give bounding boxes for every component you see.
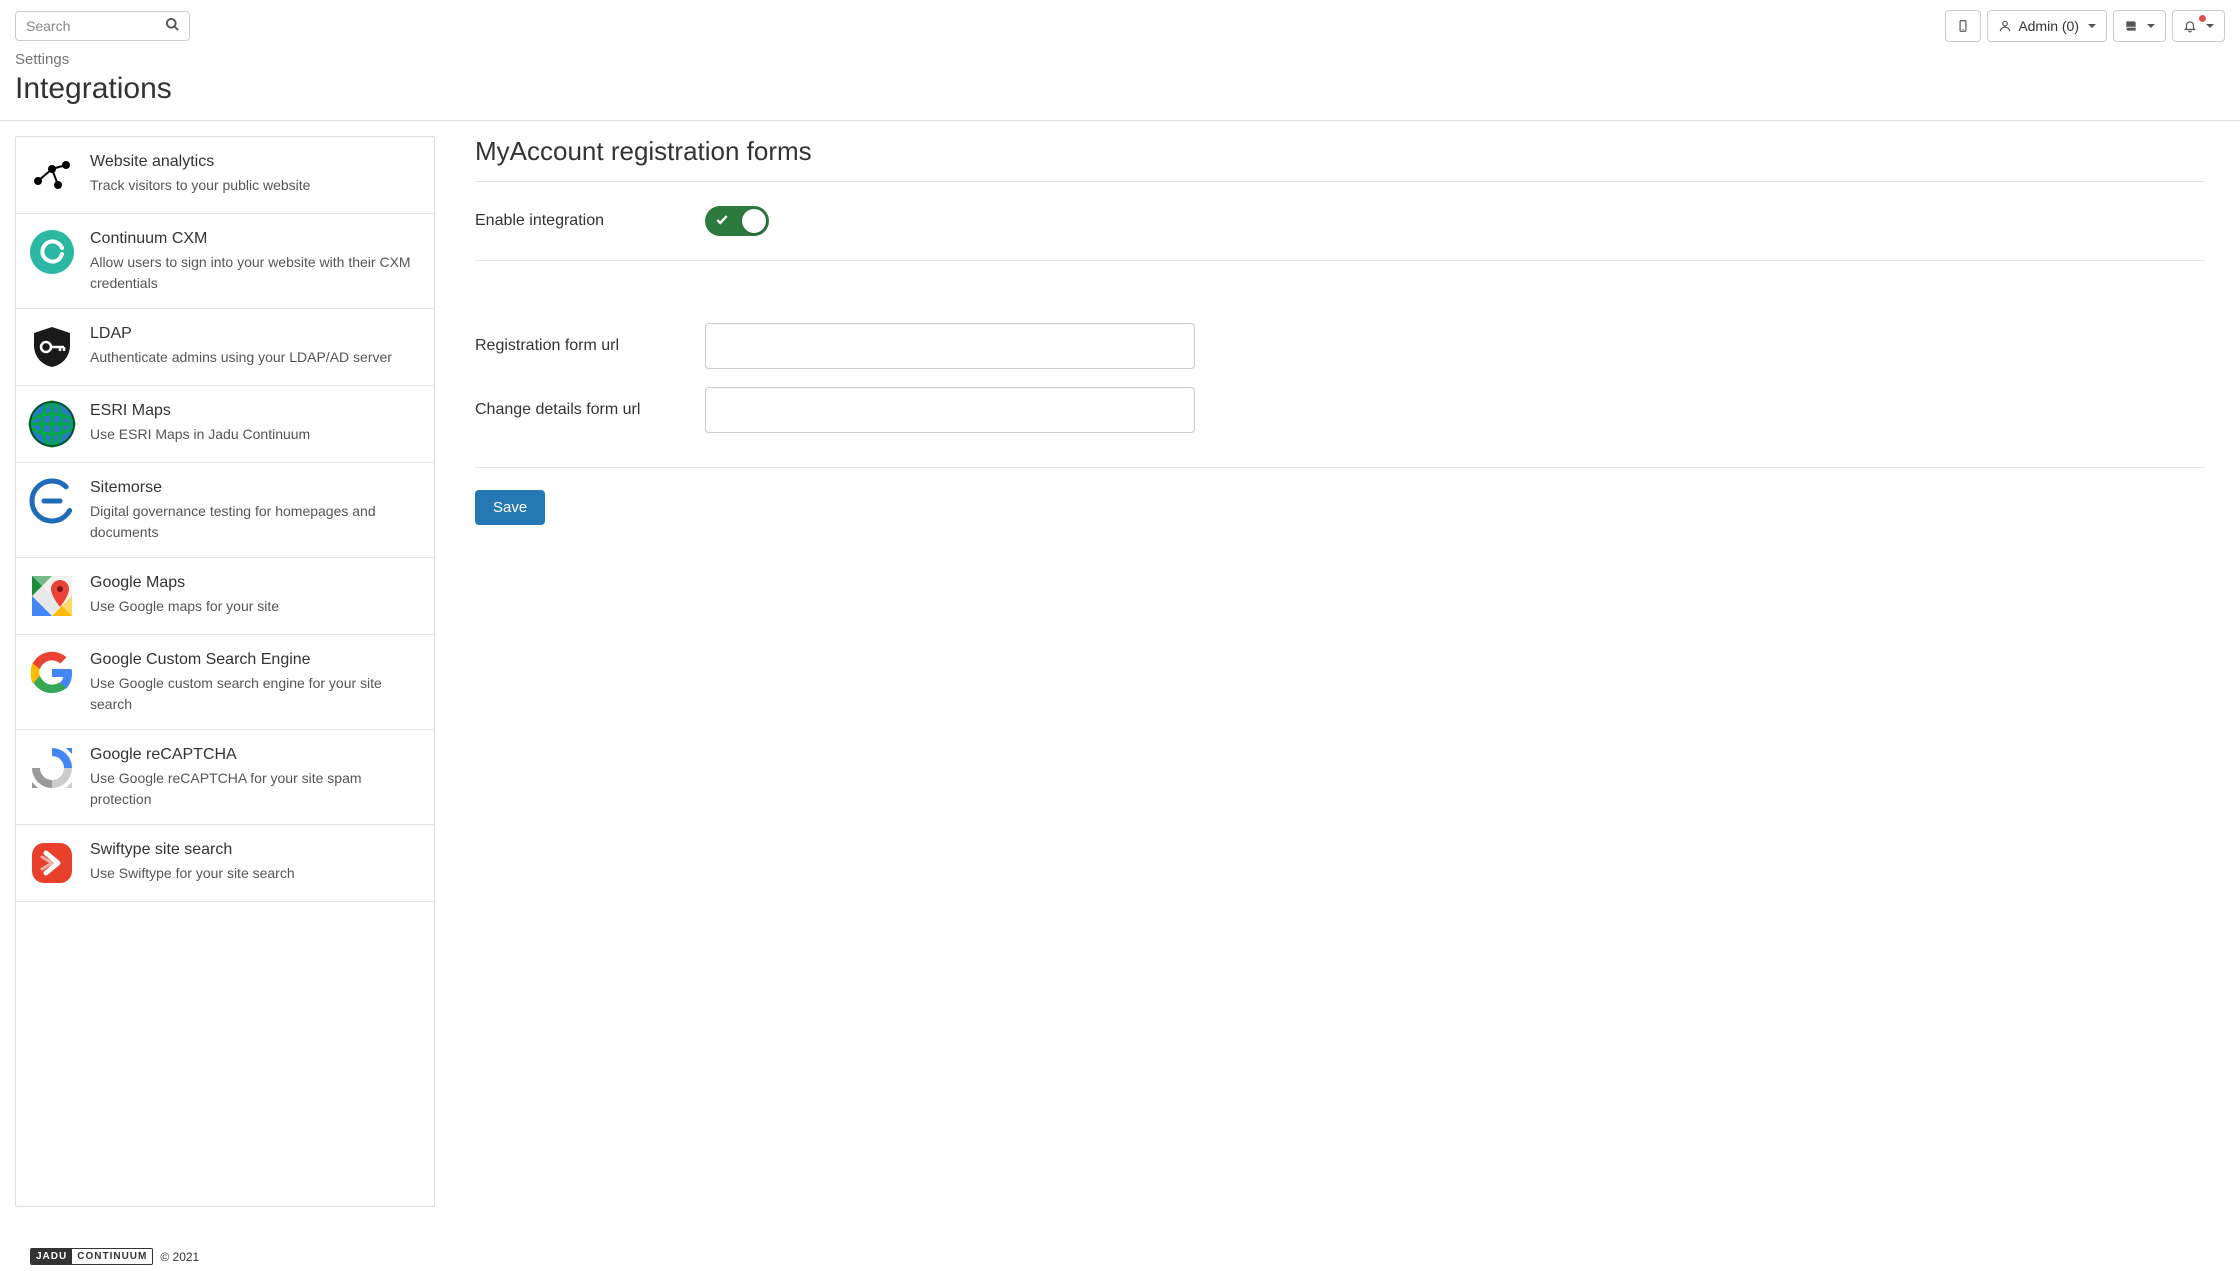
- section-title: MyAccount registration forms: [475, 136, 2205, 182]
- globe-icon: [28, 400, 76, 448]
- sidebar-item-desc: Use Google custom search engine for your…: [90, 673, 422, 715]
- page-title: Integrations: [0, 72, 2240, 120]
- sidebar-item-continuum-cxm[interactable]: Continuum CXM Allow users to sign into y…: [16, 214, 434, 309]
- google-icon: [28, 649, 76, 697]
- search-icon[interactable]: [165, 17, 180, 35]
- mobile-preview-button[interactable]: [1945, 10, 1981, 42]
- sidebar-item-desc: Track visitors to your public website: [90, 175, 422, 196]
- sidebar-item-website-analytics[interactable]: Website analytics Track visitors to your…: [16, 137, 434, 214]
- topbar-right: Admin (0): [1945, 10, 2225, 42]
- url-form-section: Registration form url Change details for…: [475, 261, 2205, 468]
- footer: JADU CONTINUUM © 2021: [0, 1242, 2240, 1271]
- sidebar-item-esri-maps[interactable]: ESRI Maps Use ESRI Maps in Jadu Continuu…: [16, 386, 434, 463]
- search-input[interactable]: [15, 11, 190, 41]
- sidebar-item-title: LDAP: [90, 325, 422, 343]
- sidebar-item-title: ESRI Maps: [90, 402, 422, 420]
- analytics-icon: [28, 151, 76, 199]
- sidebar-item-title: Google Custom Search Engine: [90, 651, 422, 669]
- sidebar-item-google-maps[interactable]: Google Maps Use Google maps for your sit…: [16, 558, 434, 635]
- registration-url-group: Registration form url: [475, 323, 2205, 369]
- sidebar-item-title: Google reCAPTCHA: [90, 746, 422, 764]
- sidebar-item-desc: Use Google reCAPTCHA for your site spam …: [90, 768, 422, 810]
- user-menu-label: Admin (0): [2018, 18, 2079, 34]
- brand-logo-left: JADU: [31, 1249, 72, 1264]
- sidebar-item-ldap[interactable]: LDAP Authenticate admins using your LDAP…: [16, 309, 434, 386]
- caret-down-icon: [2088, 24, 2096, 28]
- integrations-sidebar[interactable]: Website analytics Track visitors to your…: [15, 136, 435, 1207]
- google-maps-icon: [28, 572, 76, 620]
- caret-down-icon: [2206, 24, 2214, 28]
- sidebar-item-title: Sitemorse: [90, 479, 422, 497]
- sidebar-item-desc: Use Google maps for your site: [90, 596, 422, 617]
- notification-dot-icon: [2199, 15, 2206, 22]
- enable-integration-row: Enable integration: [475, 182, 2205, 261]
- sidebar-item-google-cse[interactable]: Google Custom Search Engine Use Google c…: [16, 635, 434, 730]
- brand-logo: JADU CONTINUUM: [30, 1248, 153, 1265]
- registration-url-label: Registration form url: [475, 337, 685, 355]
- sidebar-item-desc: Use Swiftype for your site search: [90, 863, 422, 884]
- enable-integration-toggle[interactable]: [705, 206, 769, 236]
- shield-icon: [28, 323, 76, 371]
- sidebar-item-desc: Allow users to sign into your website wi…: [90, 252, 422, 294]
- change-details-url-label: Change details form url: [475, 401, 685, 419]
- user-menu-button[interactable]: Admin (0): [1987, 10, 2107, 42]
- footer-copyright: © 2021: [160, 1250, 199, 1264]
- sidebar-item-swiftype[interactable]: Swiftype site search Use Swiftype for yo…: [16, 825, 434, 902]
- sidebar-item-desc: Use ESRI Maps in Jadu Continuum: [90, 424, 422, 445]
- recaptcha-icon: [28, 744, 76, 792]
- sidebar-item-title: Swiftype site search: [90, 841, 422, 859]
- sidebar-item-title: Google Maps: [90, 574, 422, 592]
- sidebar-item-desc: Authenticate admins using your LDAP/AD s…: [90, 347, 422, 368]
- toggle-handle: [742, 209, 766, 233]
- enable-integration-label: Enable integration: [475, 212, 685, 230]
- topbar: Admin (0): [0, 0, 2240, 47]
- sitemorse-icon: [28, 477, 76, 525]
- registration-url-input[interactable]: [705, 323, 1195, 369]
- cxm-icon: [28, 228, 76, 276]
- check-icon: [715, 213, 729, 230]
- sidebar-item-title: Website analytics: [90, 153, 422, 171]
- notifications-button[interactable]: [2172, 10, 2225, 42]
- change-details-url-input[interactable]: [705, 387, 1195, 433]
- save-button[interactable]: Save: [475, 490, 545, 525]
- content-area: Website analytics Track visitors to your…: [0, 121, 2240, 1222]
- change-details-url-group: Change details form url: [475, 387, 2205, 433]
- sidebar-item-desc: Digital governance testing for homepages…: [90, 501, 422, 543]
- breadcrumb[interactable]: Settings: [0, 47, 2240, 72]
- caret-down-icon: [2147, 24, 2155, 28]
- swiftype-icon: [28, 839, 76, 887]
- sidebar-item-google-recaptcha[interactable]: Google reCAPTCHA Use Google reCAPTCHA fo…: [16, 730, 434, 825]
- sidebar-item-sitemorse[interactable]: Sitemorse Digital governance testing for…: [16, 463, 434, 558]
- docs-menu-button[interactable]: [2113, 10, 2166, 42]
- brand-logo-right: CONTINUUM: [72, 1249, 152, 1264]
- main-panel: MyAccount registration forms Enable inte…: [455, 136, 2225, 1207]
- search-container: [15, 11, 190, 41]
- sidebar-item-title: Continuum CXM: [90, 230, 422, 248]
